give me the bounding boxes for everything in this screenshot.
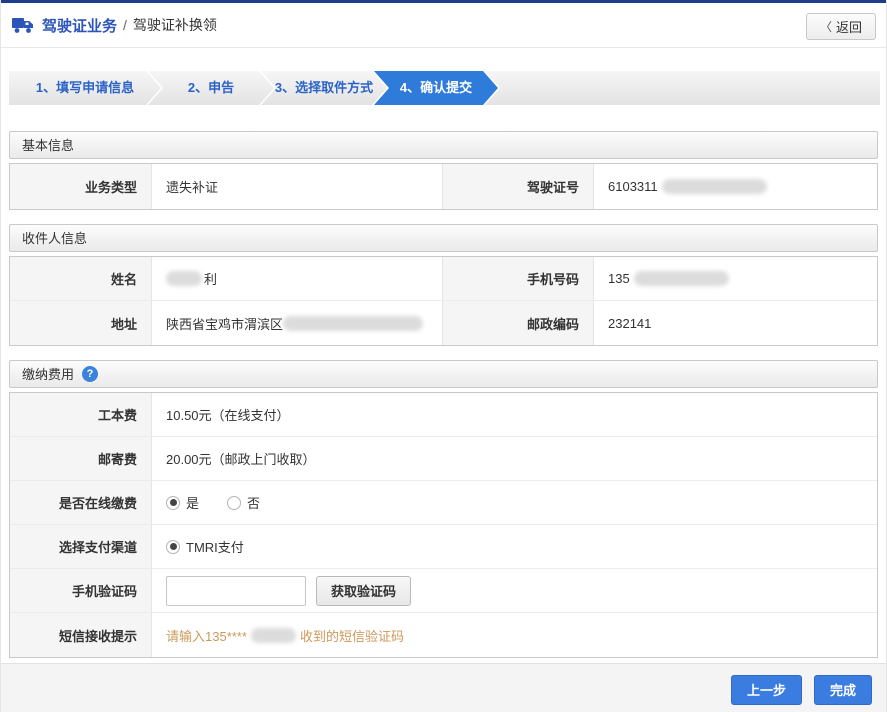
online-pay-yes-option[interactable]: 是 [166, 493, 199, 512]
online-pay-options: 是 否 [152, 481, 877, 524]
section-recipient-title: 收件人信息 [22, 225, 87, 252]
breadcrumb-separator: / [123, 17, 127, 33]
finish-button[interactable]: 完成 [814, 675, 872, 705]
tab-step-3[interactable]: 3、选择取件方式 [261, 71, 387, 105]
name-value: 利 [152, 257, 442, 300]
back-button-label: 返回 [836, 17, 862, 36]
table-row: 邮寄费 20.00元（邮政上门收取） [10, 437, 877, 481]
pay-channel-tmri-option[interactable]: TMRI支付 [166, 537, 244, 556]
table-row: 是否在线缴费 是 否 [10, 481, 877, 525]
page-header: 驾驶证业务 / 驾驶证补换领 〈 返回 [1, 3, 886, 48]
license-number-value: 6103311 [594, 164, 877, 209]
table-row: 工本费 10.50元（在线支付） [10, 393, 877, 437]
main-content: 基本信息 业务类型 遗失补证 驾驶证号 6103311 收件人信息 姓名 利 手… [1, 131, 886, 658]
basic-info-table: 业务类型 遗失补证 驾驶证号 6103311 [9, 163, 878, 210]
work-fee-value: 10.50元（在线支付） [152, 393, 877, 436]
license-number-label: 驾驶证号 [442, 164, 594, 209]
get-code-button[interactable]: 获取验证码 [316, 576, 411, 606]
radio-selected-icon[interactable] [166, 496, 180, 510]
payment-table: 工本费 10.50元（在线支付） 邮寄费 20.00元（邮政上门收取） 是否在线… [9, 392, 878, 658]
pay-channel-label: 选择支付渠道 [10, 525, 152, 568]
online-pay-label: 是否在线缴费 [10, 481, 152, 524]
truck-icon [11, 16, 35, 34]
sms-code-label: 手机验证码 [10, 569, 152, 612]
step-tabs-filler [485, 71, 880, 105]
step-tabs: 1、填写申请信息 2、申告 3、选择取件方式 4、确认提交 [1, 71, 886, 105]
zipcode-label: 邮政编码 [442, 301, 594, 345]
online-pay-no-label: 否 [247, 493, 260, 512]
redaction-blur [283, 316, 423, 331]
business-type-label: 业务类型 [10, 164, 152, 209]
page: 驾驶证业务 / 驾驶证补换领 〈 返回 1、填写申请信息 2、申告 3、选择取件… [0, 0, 887, 712]
redaction-blur [166, 271, 202, 286]
help-icon[interactable]: ? [82, 366, 98, 382]
recipient-info-table: 姓名 利 手机号码 135 地址 陕西省宝鸡市渭滨区 邮政编码 232141 [9, 256, 878, 346]
tab-step-4-active[interactable]: 4、确认提交 [374, 71, 498, 105]
radio-unselected-icon[interactable] [227, 496, 241, 510]
sms-hint-text: 请输入135****收到的短信验证码 [152, 613, 877, 657]
table-row: 业务类型 遗失补证 驾驶证号 6103311 [10, 164, 877, 209]
section-basic-title: 基本信息 [22, 132, 74, 159]
back-chevron-icon: 〈 [820, 18, 832, 35]
table-row: 选择支付渠道 TMRI支付 [10, 525, 877, 569]
name-label: 姓名 [10, 257, 152, 300]
sms-code-input[interactable] [166, 576, 306, 606]
redaction-blur [634, 271, 729, 286]
work-fee-label: 工本费 [10, 393, 152, 436]
tab-step-1[interactable]: 1、填写申请信息 [9, 71, 161, 105]
radio-selected-icon[interactable] [166, 540, 180, 554]
address-label: 地址 [10, 301, 152, 345]
table-row: 地址 陕西省宝鸡市渭滨区 邮政编码 232141 [10, 301, 877, 345]
section-payment-header: 缴纳费用 ? [9, 360, 878, 388]
tab-step-2[interactable]: 2、申告 [148, 71, 274, 105]
table-row: 短信接收提示 请输入135****收到的短信验证码 [10, 613, 877, 657]
redaction-blur [251, 628, 296, 643]
online-pay-no-option[interactable]: 否 [227, 493, 260, 512]
pay-channel-options: TMRI支付 [152, 525, 877, 568]
section-recipient-header: 收件人信息 [9, 224, 878, 252]
address-value: 陕西省宝鸡市渭滨区 [152, 301, 442, 345]
phone-value: 135 [594, 257, 877, 300]
breadcrumb-current: 驾驶证补换领 [133, 15, 217, 35]
sms-code-controls: 获取验证码 [152, 569, 877, 612]
zipcode-value: 232141 [594, 301, 877, 345]
section-basic-header: 基本信息 [9, 131, 878, 159]
postage-value: 20.00元（邮政上门收取） [152, 437, 877, 480]
pay-channel-tmri-label: TMRI支付 [186, 537, 244, 556]
redaction-blur [662, 179, 767, 194]
sms-hint-label: 短信接收提示 [10, 613, 152, 657]
previous-step-button[interactable]: 上一步 [731, 675, 802, 705]
section-payment-title: 缴纳费用 [22, 361, 74, 388]
footer-bar: 上一步 完成 [1, 663, 886, 712]
back-button[interactable]: 〈 返回 [806, 13, 876, 40]
page-title: 驾驶证业务 [42, 15, 117, 36]
table-row: 手机验证码 获取验证码 [10, 569, 877, 613]
online-pay-yes-label: 是 [186, 493, 199, 512]
table-row: 姓名 利 手机号码 135 [10, 257, 877, 301]
postage-label: 邮寄费 [10, 437, 152, 480]
business-type-value: 遗失补证 [152, 164, 442, 209]
phone-label: 手机号码 [442, 257, 594, 300]
